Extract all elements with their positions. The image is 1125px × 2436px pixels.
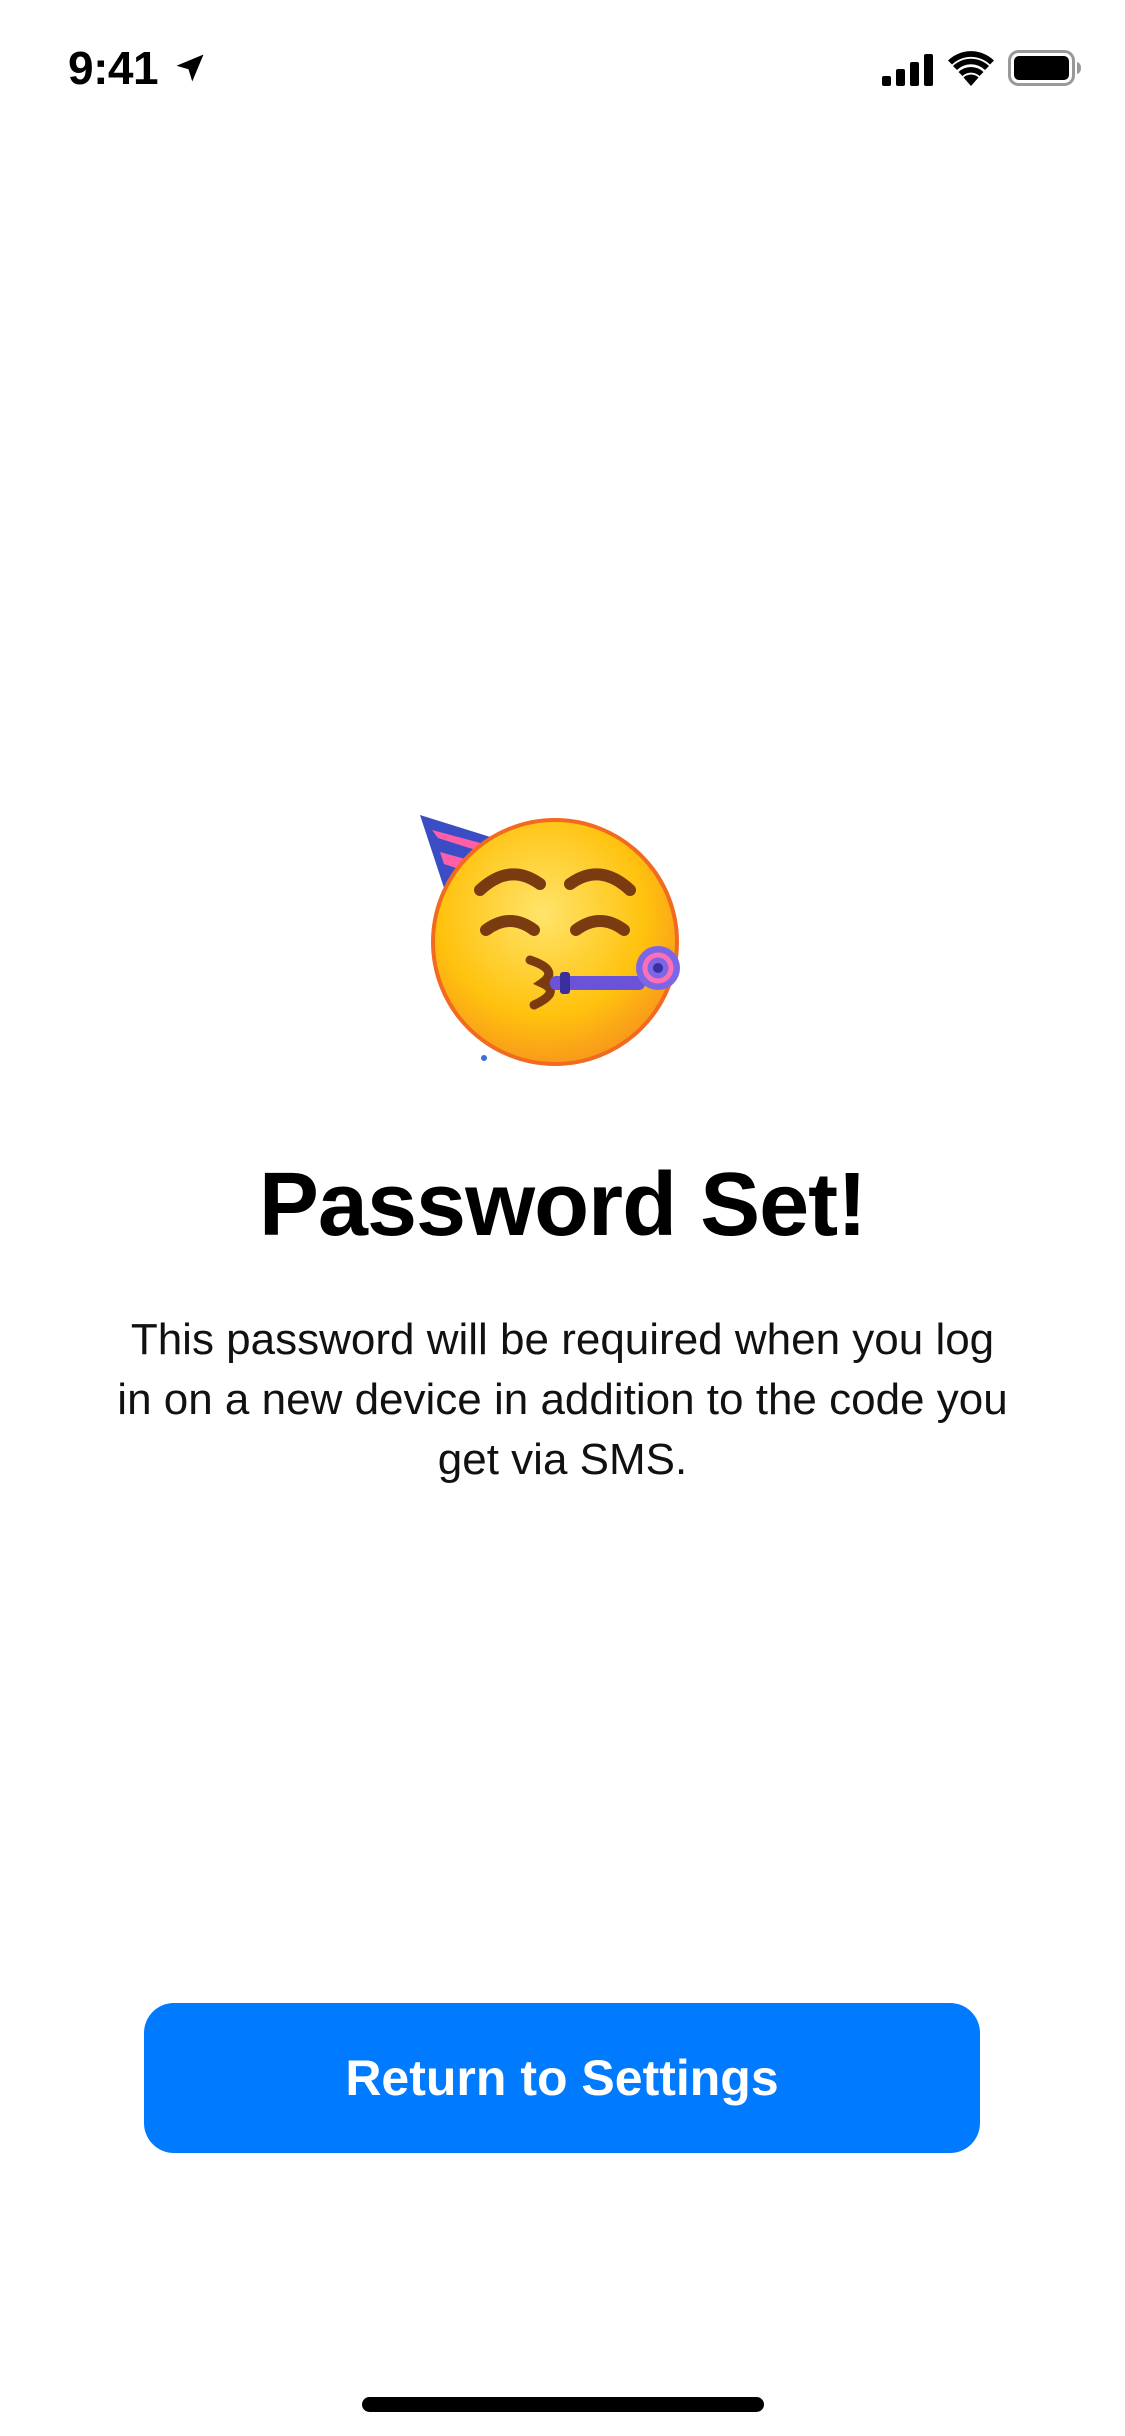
page-title: Password Set! xyxy=(258,1155,867,1255)
status-time: 9:41 xyxy=(68,42,159,94)
wifi-icon xyxy=(948,51,994,86)
return-to-settings-button[interactable]: Return to Settings xyxy=(144,2003,980,2153)
cellular-signal-icon xyxy=(882,54,933,86)
location-arrow-icon xyxy=(176,54,204,82)
partying-face-emoji xyxy=(420,815,680,1066)
home-indicator[interactable] xyxy=(362,2397,764,2412)
status-bar: 9:41 xyxy=(0,0,1125,140)
confirmation-message: This password will be required when you … xyxy=(117,1315,1008,1484)
battery-icon xyxy=(1008,50,1081,86)
